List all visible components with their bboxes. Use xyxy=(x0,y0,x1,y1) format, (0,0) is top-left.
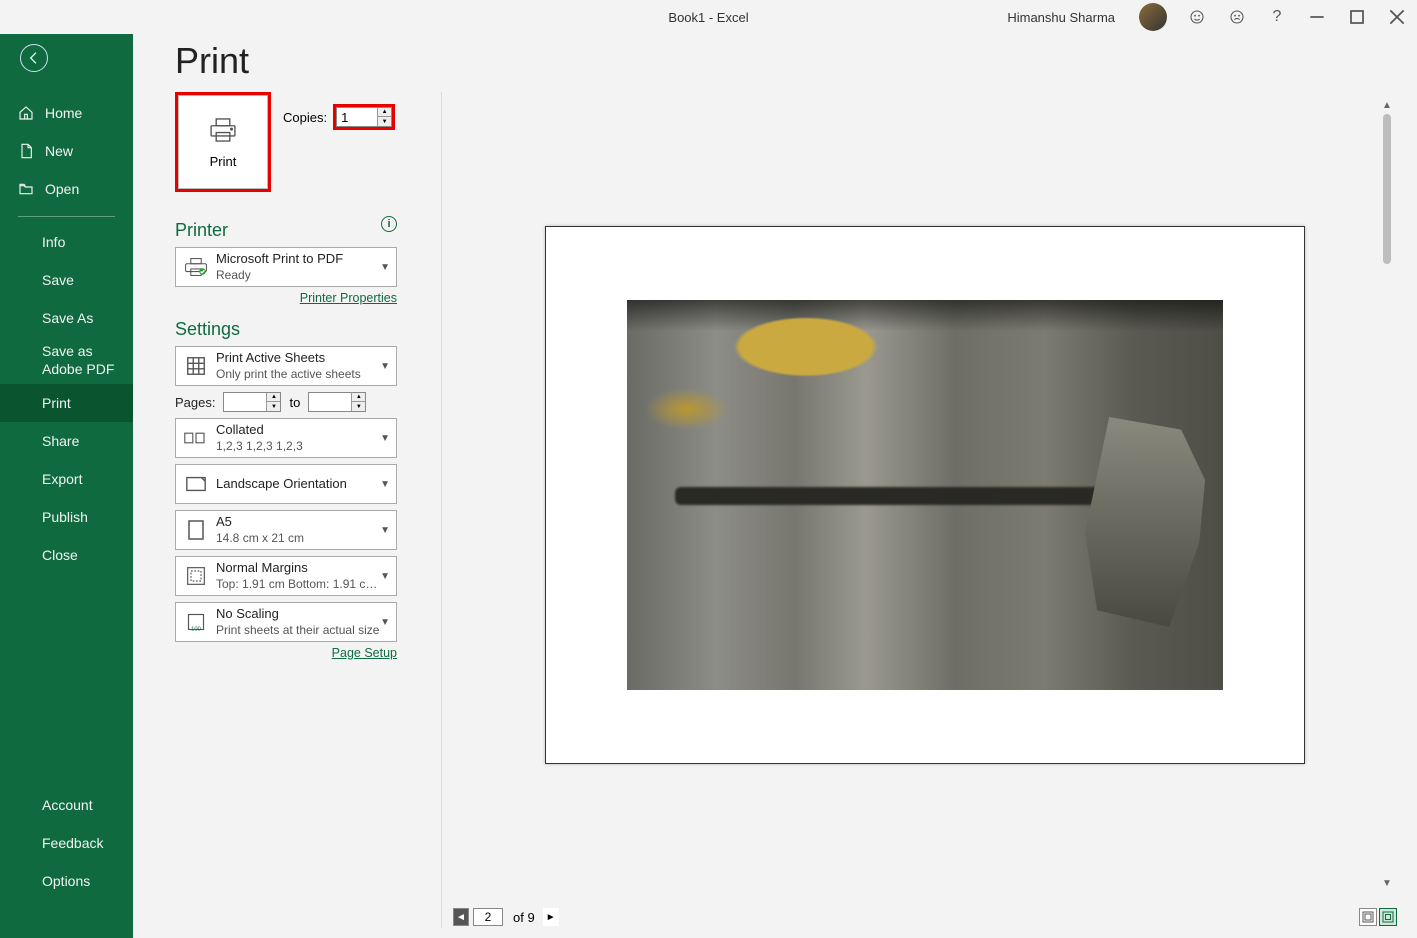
page-count-label: of 9 xyxy=(513,910,535,925)
sidebar-item-publish[interactable]: Publish xyxy=(0,498,133,536)
paper-icon xyxy=(182,520,210,540)
print-button[interactable]: Print xyxy=(178,95,268,189)
sidebar-item-save-adobe[interactable]: Save as Adobe PDF xyxy=(0,337,133,384)
scaling-icon: 100 xyxy=(182,612,210,632)
close-button[interactable] xyxy=(1387,7,1407,27)
spin-up[interactable]: ▲ xyxy=(266,393,280,402)
chevron-down-icon: ▼ xyxy=(380,571,390,582)
chevron-down-icon: ▼ xyxy=(380,525,390,536)
sidebar-item-label: Home xyxy=(45,105,82,121)
scroll-thumb[interactable] xyxy=(1383,114,1391,264)
collate-dropdown[interactable]: Collated 1,2,3 1,2,3 1,2,3 ▼ xyxy=(175,418,397,458)
print-button-label: Print xyxy=(210,154,237,169)
chevron-down-icon: ▼ xyxy=(380,361,390,372)
user-name[interactable]: Himanshu Sharma xyxy=(1007,10,1115,25)
sidebar-item-close[interactable]: Close xyxy=(0,536,133,574)
sidebar-item-open[interactable]: Open xyxy=(0,170,133,208)
print-what-dropdown[interactable]: Print Active Sheets Only print the activ… xyxy=(175,346,397,386)
sidebar-item-home[interactable]: Home xyxy=(0,94,133,132)
copies-spin-down[interactable]: ▼ xyxy=(377,117,391,126)
sad-icon[interactable] xyxy=(1227,7,1247,27)
page-title: Print xyxy=(175,40,1417,82)
titlebar: Book1 - Excel Himanshu Sharma ? xyxy=(0,0,1417,34)
pages-label: Pages: xyxy=(175,395,215,410)
minimize-button[interactable] xyxy=(1307,7,1327,27)
paper-size-dropdown[interactable]: A5 14.8 cm x 21 cm ▼ xyxy=(175,510,397,550)
main-area: Print Print Copies: ▲ ▼ Printer i xyxy=(133,0,1417,938)
sidebar-item-print[interactable]: Print xyxy=(0,384,133,422)
spin-down[interactable]: ▼ xyxy=(266,402,280,411)
preview-scrollbar[interactable]: ▲ ▼ xyxy=(1381,100,1393,890)
next-page-button[interactable]: ► xyxy=(543,908,559,926)
window-title: Book1 - Excel xyxy=(668,10,748,25)
chevron-down-icon: ▼ xyxy=(380,479,390,490)
current-page-input[interactable] xyxy=(473,908,503,926)
sidebar-item-share[interactable]: Share xyxy=(0,422,133,460)
preview-footer: ◄ of 9 ► xyxy=(453,904,1397,930)
scroll-down-arrow[interactable]: ▼ xyxy=(1381,878,1393,890)
panel-divider xyxy=(441,92,442,928)
scaling-dropdown[interactable]: 100 No Scaling Print sheets at their act… xyxy=(175,602,397,642)
highlight-copies: ▲ ▼ xyxy=(333,104,395,130)
smiley-icon[interactable] xyxy=(1187,7,1207,27)
printer-status: Ready xyxy=(216,268,380,284)
page-setup-link[interactable]: Page Setup xyxy=(175,646,397,660)
chevron-down-icon: ▼ xyxy=(380,262,390,273)
avatar[interactable] xyxy=(1139,3,1167,31)
sidebar-separator xyxy=(18,216,115,217)
sidebar-item-info[interactable]: Info xyxy=(0,223,133,261)
scroll-up-arrow[interactable]: ▲ xyxy=(1381,100,1393,112)
print-options-panel: Print Copies: ▲ ▼ Printer i Microso xyxy=(175,92,397,660)
preview-page xyxy=(545,226,1305,764)
printer-icon xyxy=(182,256,210,278)
svg-text:100: 100 xyxy=(191,626,201,632)
spin-up[interactable]: ▲ xyxy=(351,393,365,402)
sheets-icon xyxy=(182,355,210,377)
printer-properties-link[interactable]: Printer Properties xyxy=(175,291,397,305)
maximize-button[interactable] xyxy=(1347,7,1367,27)
margins-dropdown[interactable]: Normal Margins Top: 1.91 cm Bottom: 1.91… xyxy=(175,556,397,596)
printer-heading: Printer xyxy=(175,220,228,241)
orientation-icon xyxy=(182,475,210,493)
sidebar-item-label: New xyxy=(45,143,73,159)
pages-to-label: to xyxy=(289,395,300,410)
backstage-sidebar: Home New Open Info Save Save As Save as … xyxy=(0,0,133,938)
copies-label: Copies: xyxy=(283,110,327,125)
copies-spin-up[interactable]: ▲ xyxy=(377,108,391,117)
show-margins-button[interactable] xyxy=(1359,908,1377,926)
sidebar-item-feedback[interactable]: Feedback xyxy=(0,824,133,862)
printer-info-icon[interactable]: i xyxy=(381,216,397,232)
sidebar-item-label: Open xyxy=(45,181,79,197)
sidebar-item-options[interactable]: Options xyxy=(0,862,133,900)
prev-page-button[interactable]: ◄ xyxy=(453,908,469,926)
collate-icon xyxy=(182,429,210,447)
back-button[interactable] xyxy=(20,44,48,72)
chevron-down-icon: ▼ xyxy=(380,617,390,628)
margins-icon xyxy=(182,566,210,586)
settings-heading: Settings xyxy=(175,319,397,340)
printer-dropdown[interactable]: Microsoft Print to PDF Ready ▼ xyxy=(175,247,397,287)
preview-content-image xyxy=(627,300,1223,690)
sidebar-item-save[interactable]: Save xyxy=(0,261,133,299)
chevron-down-icon: ▼ xyxy=(380,433,390,444)
help-icon[interactable]: ? xyxy=(1267,7,1287,27)
sidebar-item-new[interactable]: New xyxy=(0,132,133,170)
orientation-dropdown[interactable]: Landscape Orientation ▼ xyxy=(175,464,397,504)
sidebar-item-save-as[interactable]: Save As xyxy=(0,299,133,337)
zoom-to-page-button[interactable] xyxy=(1379,908,1397,926)
sidebar-item-export[interactable]: Export xyxy=(0,460,133,498)
print-preview-area: ▲ ▼ xyxy=(453,92,1397,898)
spin-down[interactable]: ▼ xyxy=(351,402,365,411)
printer-name: Microsoft Print to PDF xyxy=(216,251,380,268)
highlight-print-button: Print xyxy=(175,92,271,192)
sidebar-item-account[interactable]: Account xyxy=(0,786,133,824)
